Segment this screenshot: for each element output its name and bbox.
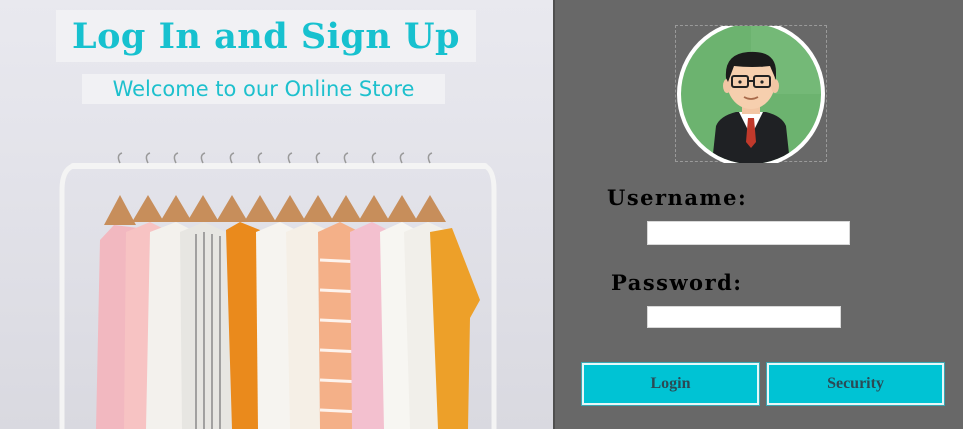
page-title-box: Log In and Sign Up — [56, 10, 476, 62]
security-button[interactable]: Security — [766, 362, 945, 406]
welcome-subtitle: Welcome to our Online Store — [112, 77, 415, 101]
password-input[interactable] — [647, 306, 841, 328]
store-banner-panel: Log In and Sign Up Welcome to our Online… — [0, 0, 553, 429]
username-label: Username: — [607, 185, 748, 210]
password-label: Password: — [611, 270, 743, 295]
businessman-avatar-icon — [677, 26, 825, 163]
security-button-label: Security — [827, 375, 884, 392]
login-button-label: Login — [650, 375, 691, 392]
welcome-subtitle-box: Welcome to our Online Store — [82, 74, 445, 104]
login-panel: Username: Password: Login Security — [553, 0, 963, 429]
login-button[interactable]: Login — [581, 362, 760, 406]
username-input[interactable] — [647, 221, 850, 245]
avatar-picture-box — [675, 25, 827, 163]
page-title: Log In and Sign Up — [71, 15, 461, 57]
clothes-rack-illustration — [59, 152, 497, 429]
